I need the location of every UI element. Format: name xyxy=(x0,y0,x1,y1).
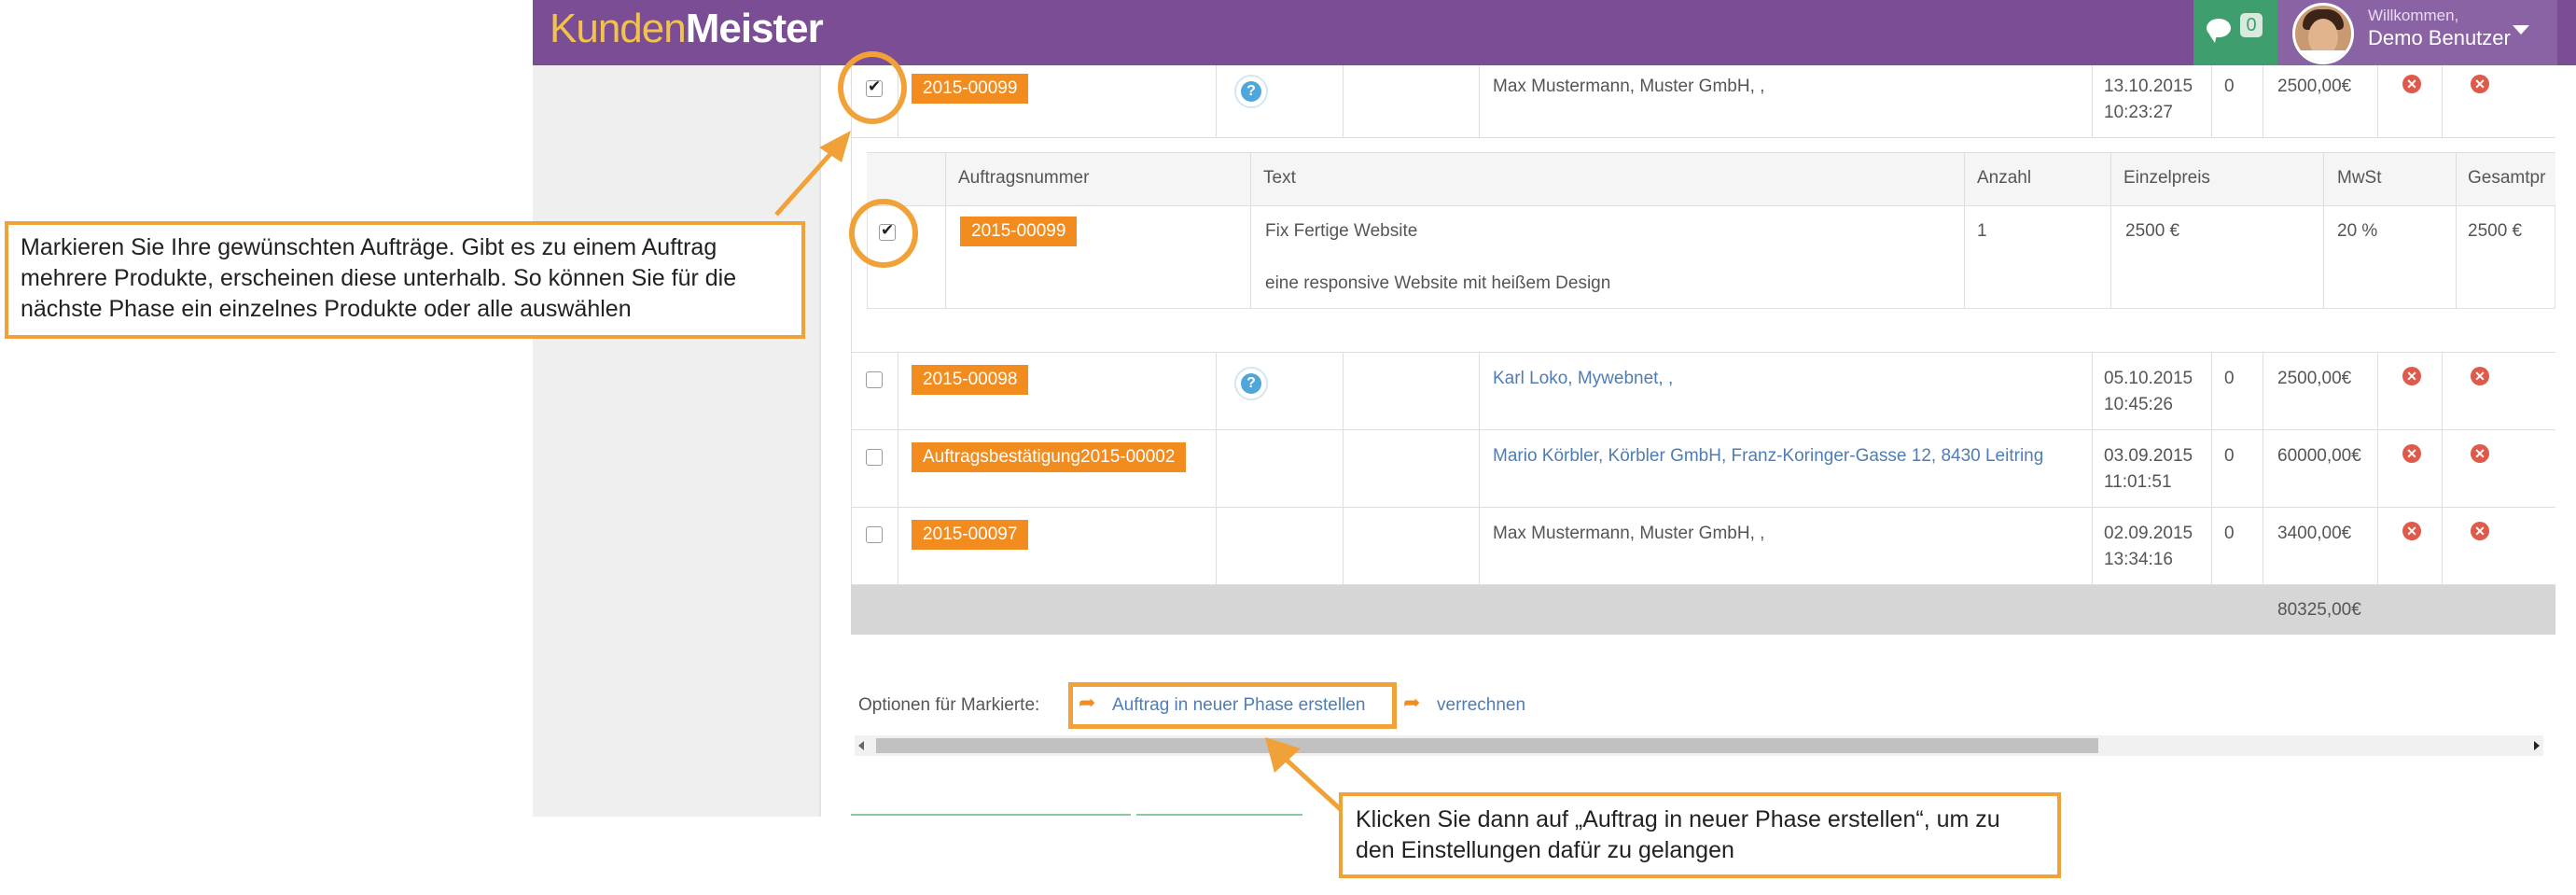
delete-icon[interactable]: ✕ xyxy=(2402,75,2421,93)
product-unit-price: 2500 € xyxy=(2125,221,2180,241)
row-divider xyxy=(851,352,2555,353)
column-divider xyxy=(2377,65,2378,137)
annotation-arrow xyxy=(774,131,851,217)
subtable-header xyxy=(867,152,2555,206)
scrollbar-thumb[interactable] xyxy=(876,738,2098,753)
order-time: 10:23:27 xyxy=(2104,103,2173,122)
column-divider xyxy=(945,152,946,309)
order-amount: 2500,00€ xyxy=(2277,77,2352,96)
column-divider xyxy=(1216,65,1217,137)
message-count-badge: 0 xyxy=(2240,13,2263,37)
logo-part-meister: Meister xyxy=(685,6,824,51)
order-amount: 2500,00€ xyxy=(2277,369,2352,388)
subtable-header-count: Anzahl xyxy=(1977,168,2032,188)
order-amount: 60000,00€ xyxy=(2277,446,2361,466)
subtable-header-vat: MwSt xyxy=(2337,168,2382,188)
column-divider xyxy=(2442,65,2443,137)
options-label: Optionen für Markierte: xyxy=(858,695,1040,715)
column-divider xyxy=(2211,65,2212,137)
help-icon[interactable] xyxy=(1234,367,1268,400)
scroll-left-icon[interactable] xyxy=(858,741,864,750)
order-count: 0 xyxy=(2224,77,2235,96)
settle-link[interactable]: verrechnen xyxy=(1437,695,1525,716)
chat-icon xyxy=(2207,19,2231,43)
order-number-badge[interactable]: 2015-00099 xyxy=(912,74,1029,104)
user-name[interactable]: Demo Benutzer xyxy=(2368,26,2511,50)
column-divider xyxy=(1343,65,1344,137)
row-divider xyxy=(851,429,2555,430)
help-icon[interactable] xyxy=(1234,75,1268,108)
callout-click-create: Klicken Sie dann auf „Auftrag in neuer P… xyxy=(1339,792,2061,878)
subtable-header-total: Gesamtpr xyxy=(2468,168,2546,188)
order-number-badge[interactable]: 2015-00097 xyxy=(912,520,1029,550)
highlight-ring xyxy=(838,51,907,124)
row-divider xyxy=(851,137,2555,138)
order-count: 0 xyxy=(2224,524,2235,543)
row-divider xyxy=(851,507,2555,508)
horizontal-scrollbar[interactable] xyxy=(855,735,2543,756)
column-divider xyxy=(2092,65,2093,137)
product-total: 2500 € xyxy=(2468,221,2523,241)
delete-icon[interactable]: ✕ xyxy=(2471,367,2489,385)
order-date: 02.09.2015 xyxy=(2104,524,2193,543)
order-date: 03.09.2015 xyxy=(2104,446,2193,466)
highlight-box xyxy=(1068,682,1397,729)
column-divider xyxy=(2110,152,2111,309)
subtable-header-text: Text xyxy=(1263,168,1296,188)
order-time: 13:34:16 xyxy=(2104,550,2173,569)
order-customer-link[interactable]: Karl Loko, Mywebnet, , xyxy=(1493,369,1673,389)
order-time: 10:45:26 xyxy=(2104,395,2173,414)
welcome-text: Willkommen, xyxy=(2368,7,2459,24)
order-checkbox[interactable] xyxy=(866,371,883,388)
order-checkbox[interactable] xyxy=(866,449,883,466)
order-checkbox[interactable] xyxy=(866,526,883,543)
delete-icon[interactable]: ✕ xyxy=(2471,522,2489,540)
order-amount: 3400,00€ xyxy=(2277,524,2352,543)
order-customer-link[interactable]: Mario Körbler, Körbler GmbH, Franz-Korin… xyxy=(1493,446,2043,467)
column-divider xyxy=(1250,152,1251,309)
order-date: 05.10.2015 xyxy=(2104,369,2193,388)
subtable-header-number: Auftragsnummer xyxy=(958,168,1090,188)
logo-part-kunden: Kunden xyxy=(550,6,687,51)
sum-total: 80325,00€ xyxy=(2277,600,2361,620)
avatar[interactable] xyxy=(2292,3,2354,64)
messages-button[interactable]: 0 xyxy=(2193,0,2277,65)
product-title: Fix Fertige Website xyxy=(1265,221,1418,241)
column-divider xyxy=(2323,152,2324,309)
caret-down-icon[interactable] xyxy=(2513,25,2529,35)
order-date: 13.10.2015 xyxy=(2104,77,2193,96)
delete-icon[interactable]: ✕ xyxy=(2402,522,2421,540)
order-count: 0 xyxy=(2224,369,2235,388)
share-arrow-icon: ➦ xyxy=(1403,691,1421,714)
scroll-right-icon[interactable] xyxy=(2534,741,2540,750)
product-description: eine responsive Website mit heißem Desig… xyxy=(1265,273,1611,293)
order-customer: Max Mustermann, Muster GmbH, , xyxy=(1493,77,1765,96)
subtable-header-unit-price: Einzelpreis xyxy=(2123,168,2210,188)
product-count: 1 xyxy=(1977,221,1987,241)
order-customer: Max Mustermann, Muster GmbH, , xyxy=(1493,524,1765,543)
delete-icon[interactable]: ✕ xyxy=(2471,75,2489,93)
product-order-number-badge[interactable]: 2015-00099 xyxy=(960,217,1078,246)
delete-icon[interactable]: ✕ xyxy=(2402,367,2421,385)
order-count: 0 xyxy=(2224,446,2235,466)
delete-icon[interactable]: ✕ xyxy=(2471,444,2489,463)
order-number-badge[interactable]: 2015-00098 xyxy=(912,365,1029,395)
product-vat: 20 % xyxy=(2337,221,2378,241)
column-divider xyxy=(1964,152,1965,309)
tab-underline xyxy=(851,814,1131,816)
order-time: 11:01:51 xyxy=(2104,472,2172,492)
delete-icon[interactable]: ✕ xyxy=(2402,444,2421,463)
column-divider xyxy=(2456,152,2457,309)
callout-select-orders: Markieren Sie Ihre gewünschten Aufträge.… xyxy=(5,221,805,339)
order-number-badge[interactable]: Auftragsbestätigung2015-00002 xyxy=(912,442,1187,472)
column-divider xyxy=(1479,65,1480,137)
app-logo[interactable]: KundenMeister xyxy=(550,6,824,52)
